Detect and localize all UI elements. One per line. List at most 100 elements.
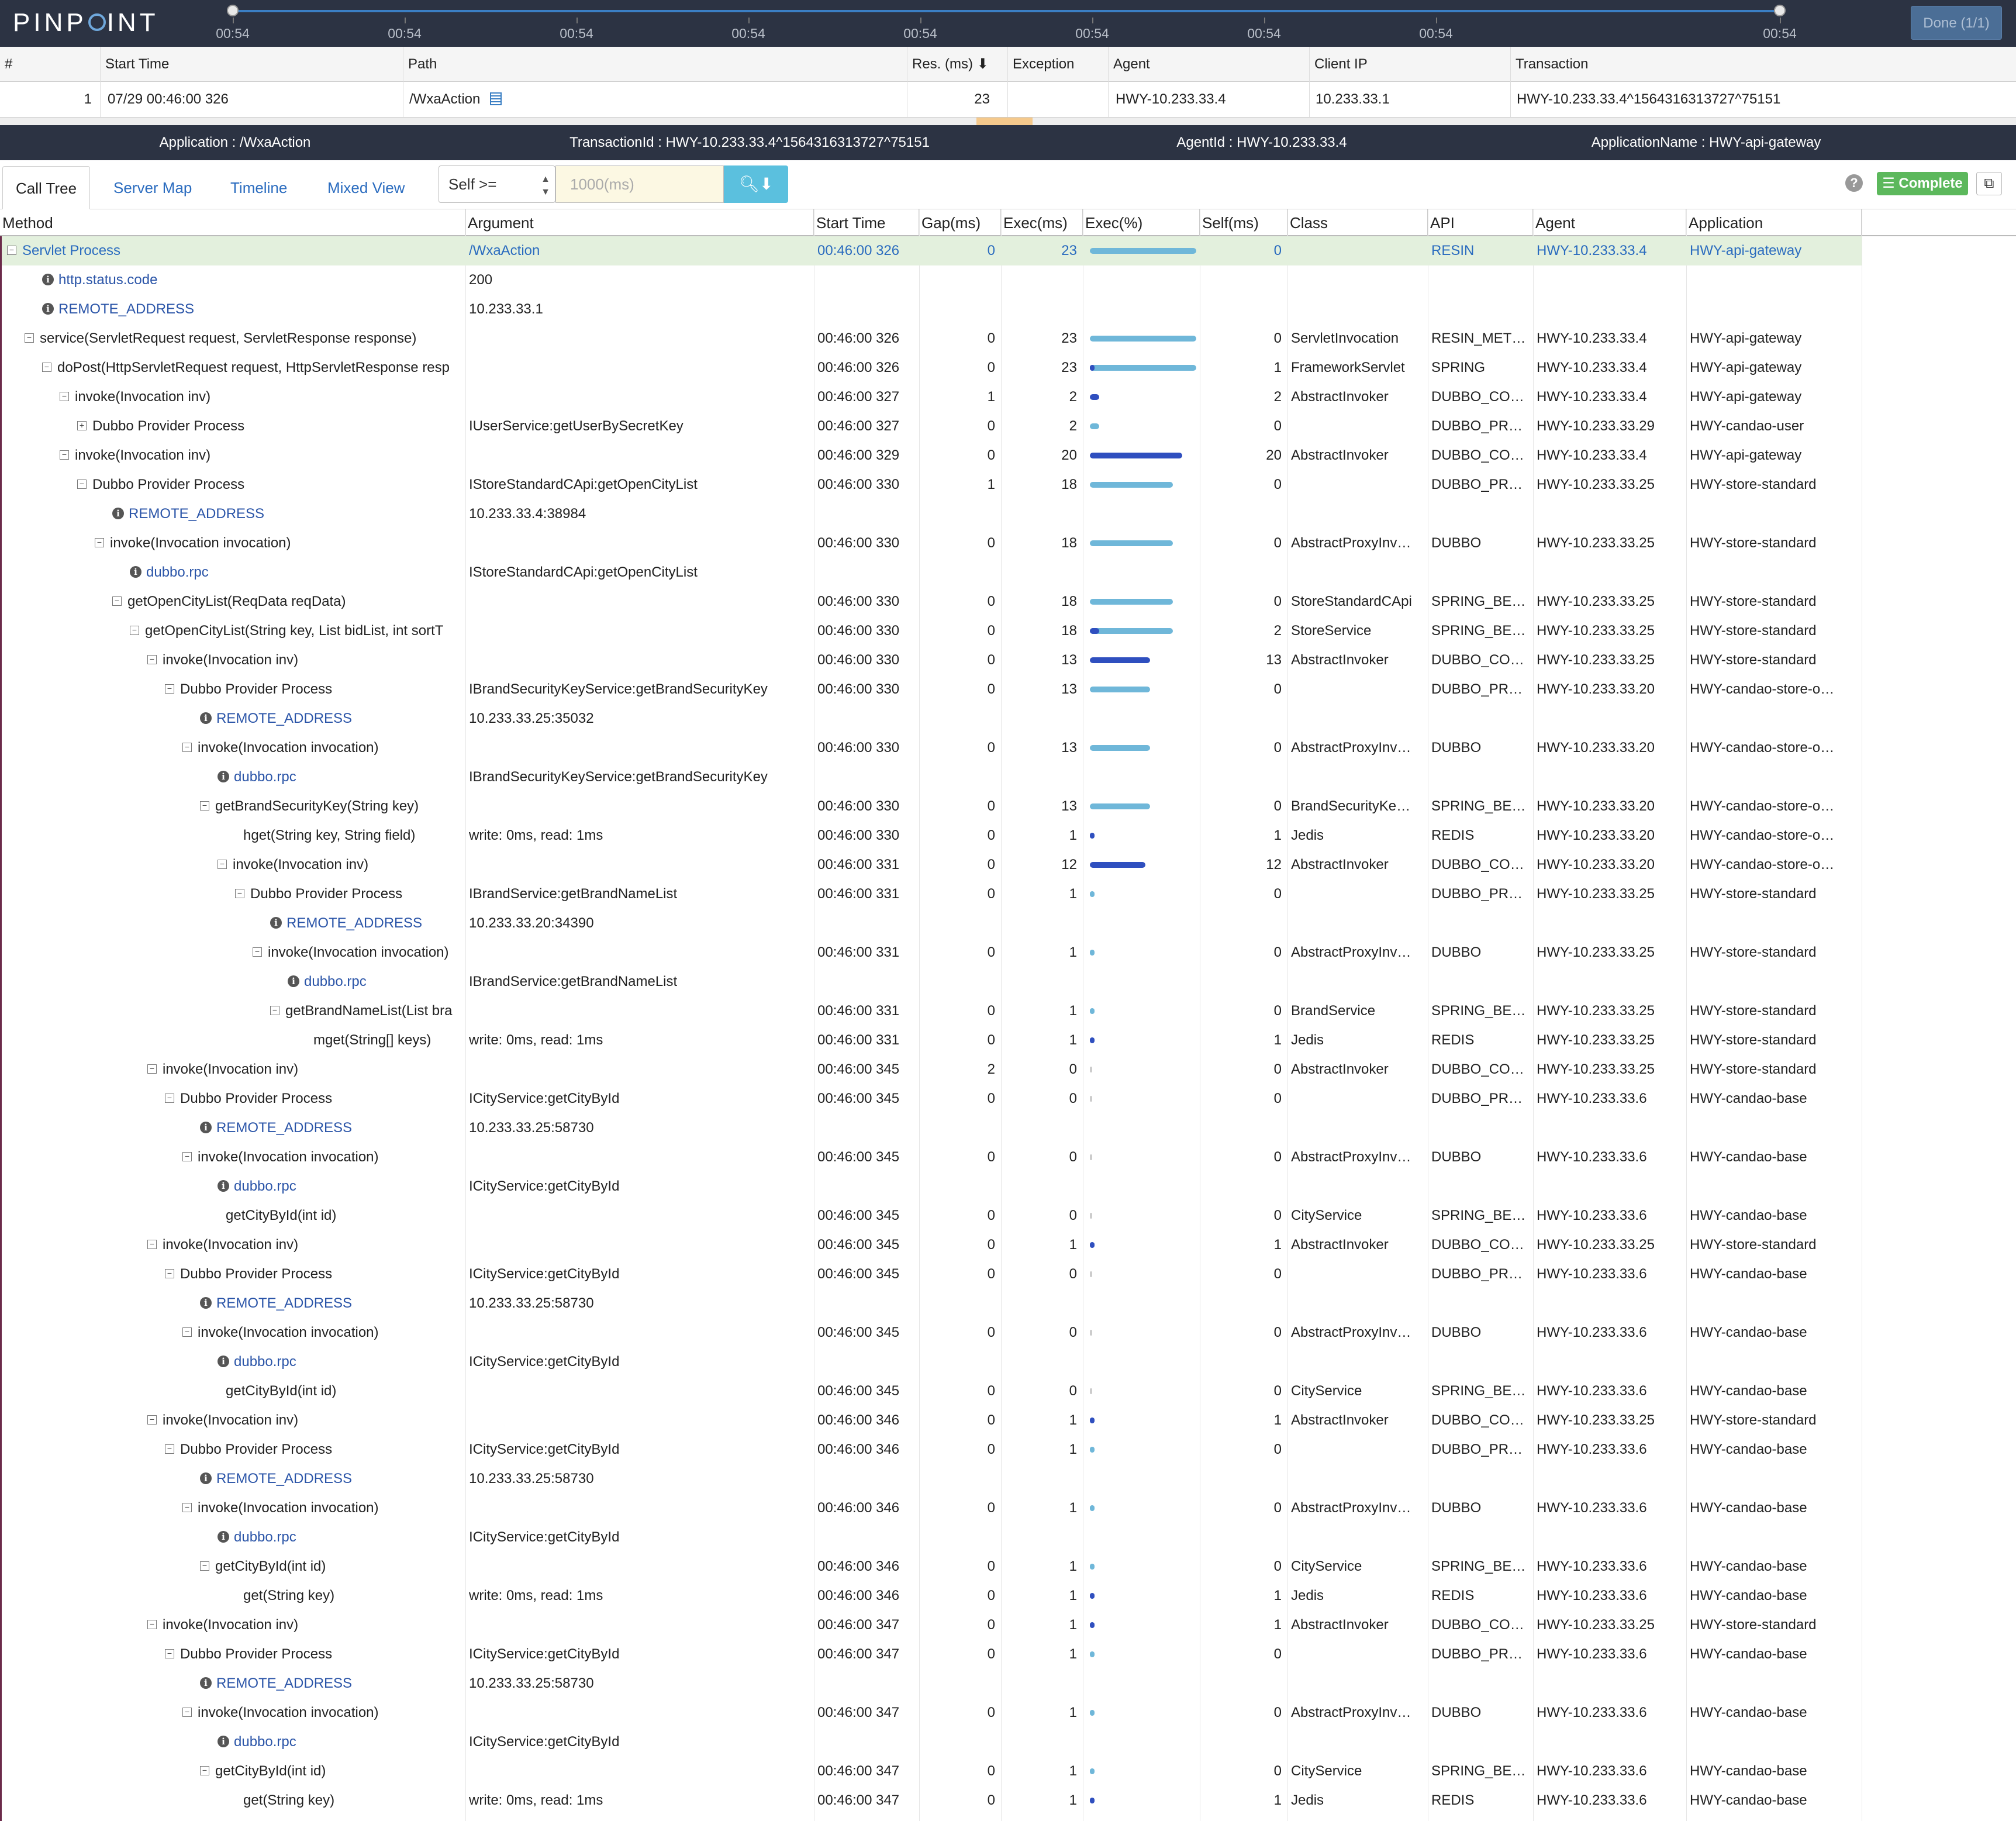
tab-server-map[interactable]: Server Map — [101, 166, 205, 209]
column-header-class[interactable]: Class — [1287, 209, 1428, 236]
call-tree-row[interactable]: i REMOTE_ADDRESS 10.233.33.25:58730 — [0, 1669, 1862, 1698]
collapse-icon[interactable]: − — [182, 1708, 192, 1717]
column-header-path[interactable]: Path — [403, 47, 907, 82]
help-icon[interactable]: ? — [1845, 174, 1863, 192]
column-header-client-ip[interactable]: Client IP — [1310, 47, 1511, 82]
call-tree-row[interactable]: − invoke(Invocation inv) 00:46:00 327 1 2 2 Ab… — [0, 382, 1862, 412]
call-tree-row[interactable]: − invoke(Invocation invocation) 00:46:00 3… — [0, 1318, 1862, 1347]
transaction-row[interactable]: 1 07/29 00:46:00 326 /WxaAction 23 HWY-1… — [0, 82, 2016, 117]
call-tree-row[interactable]: i dubbo.rpc ICityService:getCityById — [0, 1523, 1862, 1552]
timeline-end-handle[interactable] — [1774, 5, 1786, 16]
call-tree-row[interactable]: − doPost(HttpServletRequest request, Http… — [0, 353, 1862, 382]
expand-icon[interactable]: + — [77, 421, 87, 431]
call-tree-row[interactable]: i REMOTE_ADDRESS 10.233.33.25:58730 — [0, 1464, 1862, 1494]
done-button[interactable]: Done (1/1) — [1911, 6, 2002, 40]
call-tree-row[interactable]: − invoke(Invocation invocation) 00:46:00 3… — [0, 529, 1862, 558]
call-tree-row[interactable]: − getOpenCityList(ReqData reqData) 00:46:0… — [0, 587, 1862, 616]
column-header-transaction[interactable]: Transaction — [1511, 47, 2016, 82]
call-tree-row[interactable]: get(String key) write: 0ms, read: 1ms 00:4… — [0, 1786, 1862, 1815]
call-tree-row[interactable]: − getBrandSecurityKey(String key) 00:46:00… — [0, 792, 1862, 821]
call-tree-row[interactable]: hget(String key, String field) write: 0ms… — [0, 821, 1862, 850]
tab-mixed-view[interactable]: Mixed View — [315, 166, 417, 209]
collapse-icon[interactable]: − — [200, 1766, 209, 1776]
timeline-start-handle[interactable] — [227, 5, 239, 16]
filter-type-select[interactable]: Self >= ▲ ▼ — [439, 165, 555, 203]
collapse-icon[interactable]: − — [253, 947, 262, 957]
call-tree-row[interactable]: − service(ServletRequest request, Servlet… — [0, 324, 1862, 353]
collapse-icon[interactable]: − — [165, 1269, 174, 1279]
collapse-icon[interactable]: − — [235, 889, 244, 899]
column-header-api[interactable]: API — [1428, 209, 1533, 236]
collapse-icon[interactable]: − — [182, 743, 192, 753]
collapse-icon[interactable]: − — [7, 246, 16, 256]
collapse-icon[interactable]: − — [182, 1327, 192, 1337]
call-tree-row[interactable]: i dubbo.rpc ICityService:getCityById — [0, 1172, 1862, 1201]
column-header-exec[interactable]: Exec(ms) — [1001, 209, 1083, 236]
collapse-icon[interactable]: − — [147, 1064, 157, 1074]
collapse-icon[interactable]: − — [112, 596, 122, 606]
call-tree-row[interactable]: getCityById(int id) 00:46:00 345 0 0 0 CitySe… — [0, 1377, 1862, 1406]
call-tree-row[interactable]: i REMOTE_ADDRESS 10.233.33.4:38984 — [0, 499, 1862, 529]
call-tree-row[interactable]: − invoke(Invocation inv) 00:46:00 331 0 12 12… — [0, 850, 1862, 880]
call-tree-row[interactable]: i REMOTE_ADDRESS 10.233.33.1 — [0, 295, 1862, 324]
column-header-exception[interactable]: Exception — [1008, 47, 1109, 82]
list-icon[interactable] — [490, 92, 502, 105]
tab-timeline[interactable]: Timeline — [218, 166, 300, 209]
column-header-gap[interactable]: Gap(ms) — [919, 209, 1001, 236]
splitter-bar[interactable] — [0, 117, 2016, 126]
call-tree-row[interactable]: i dubbo.rpc IBrandService:getBrandNameList — [0, 967, 1862, 996]
call-tree-row[interactable]: − invoke(Invocation invocation) 00:46:00 3… — [0, 938, 1862, 967]
call-tree-row[interactable]: − Dubbo Provider Process IBrandService:get… — [0, 880, 1862, 909]
call-tree-row[interactable]: − getCityById(int id) 00:46:00 346 0 1 0 CityS… — [0, 1552, 1862, 1581]
call-tree-row[interactable]: − Dubbo Provider Process ICityService:getC… — [0, 1084, 1862, 1113]
tab-call-tree[interactable]: Call Tree — [2, 166, 91, 209]
call-tree-row[interactable]: i dubbo.rpc IBrandSecurityKeyService:getBr… — [0, 763, 1862, 792]
collapse-icon[interactable]: − — [165, 1649, 174, 1659]
search-next-button[interactable]: 🔍︎⬇ — [724, 165, 788, 203]
call-tree-row[interactable]: mget(String[] keys) write: 0ms, read: 1ms… — [0, 1026, 1862, 1055]
collapse-icon[interactable]: − — [200, 1561, 209, 1571]
call-tree-row[interactable]: − Dubbo Provider Process IBrandSecurityKey… — [0, 675, 1862, 704]
column-header-start-time[interactable]: Start Time — [101, 47, 403, 82]
column-header-argument[interactable]: Argument — [465, 209, 814, 236]
complete-button[interactable]: ☰ Complete — [1877, 172, 1968, 195]
open-new-window-icon[interactable]: ⧉ — [1976, 172, 2002, 195]
column-header-response-time[interactable]: Res. (ms) ⬇ — [907, 47, 1008, 82]
call-tree-row[interactable]: − Dubbo Provider Process IStoreStandardCAp… — [0, 470, 1862, 499]
call-tree-row[interactable]: get(String key) write: 0ms, read: 1ms 00:4… — [0, 1581, 1862, 1610]
splitter-handle[interactable] — [976, 118, 1033, 126]
call-tree-row[interactable]: − invoke(Invocation invocation) 00:46:00 3… — [0, 733, 1862, 763]
collapse-icon[interactable]: − — [165, 1444, 174, 1454]
collapse-icon[interactable]: − — [25, 333, 34, 343]
call-tree-row[interactable]: − invoke(Invocation inv) 00:46:00 329 0 20 20… — [0, 441, 1862, 470]
column-header-agent[interactable]: Agent — [1533, 209, 1686, 236]
collapse-icon[interactable]: − — [182, 1503, 192, 1513]
column-header-exec-percent[interactable]: Exec(%) — [1083, 209, 1200, 236]
call-tree-row[interactable]: − invoke(Invocation inv) 00:46:00 346 0 1 1 Ab… — [0, 1406, 1862, 1435]
call-tree-row[interactable]: i REMOTE_ADDRESS 10.233.33.25:58730 — [0, 1113, 1862, 1143]
filter-threshold-input[interactable]: 1000(ms) — [555, 165, 724, 203]
column-header-index[interactable]: # — [0, 47, 101, 82]
call-tree-row[interactable]: + Dubbo Provider Process IUserService:getU… — [0, 412, 1862, 441]
call-tree-row[interactable]: i REMOTE_ADDRESS 10.233.33.25:35032 — [0, 704, 1862, 733]
call-tree-row[interactable]: − invoke(Invocation invocation) 00:46:00 3… — [0, 1494, 1862, 1523]
collapse-icon[interactable]: − — [270, 1006, 279, 1016]
call-tree-row[interactable]: − Dubbo Provider Process ICityService:getC… — [0, 1640, 1862, 1669]
column-header-application[interactable]: Application — [1686, 209, 1862, 236]
column-header-method[interactable]: Method — [0, 209, 465, 236]
call-tree-row[interactable]: − invoke(Invocation inv) 00:46:00 345 2 0 0 Ab… — [0, 1055, 1862, 1084]
call-tree-row[interactable]: − invoke(Invocation invocation) 00:46:00 3… — [0, 1143, 1862, 1172]
collapse-icon[interactable]: − — [165, 1094, 174, 1103]
call-tree-row[interactable]: i dubbo.rpc ICityService:getCityById — [0, 1727, 1862, 1757]
collapse-icon[interactable]: − — [147, 1415, 157, 1425]
call-tree-row[interactable]: − Dubbo Provider Process ICityService:getC… — [0, 1435, 1862, 1464]
call-tree-row[interactable]: − invoke(Invocation invocation) 00:46:00 3… — [0, 1698, 1862, 1727]
call-tree-row[interactable]: − getOpenCityList(String key, List bidLis… — [0, 616, 1862, 646]
call-tree-row[interactable]: − invoke(Invocation inv) 00:46:00 345 0 1 1 Ab… — [0, 1230, 1862, 1260]
collapse-icon[interactable]: − — [130, 626, 139, 636]
timeline-range-slider[interactable] — [233, 10, 1780, 12]
collapse-icon[interactable]: − — [200, 801, 209, 811]
pinpoint-logo[interactable]: PINP INT — [13, 8, 159, 37]
collapse-icon[interactable]: − — [60, 450, 69, 460]
call-tree-row[interactable]: − invoke(Invocation inv) 00:46:00 347 0 1 1 Ab… — [0, 1610, 1862, 1640]
